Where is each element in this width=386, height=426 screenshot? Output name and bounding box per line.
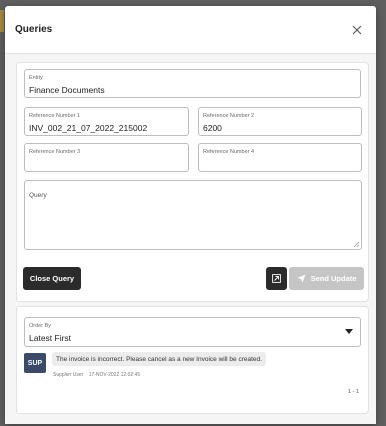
query-textarea[interactable]: Query [24,180,362,250]
query-label: Query [29,192,47,199]
reference-number-2-field[interactable]: Reference Number 2 6200 [198,107,362,136]
message-text: The invoice is incorrect. Please cancel … [52,352,266,366]
reference-number-4-label: Reference Number 4 [203,149,255,155]
message-timestamp: 17-NOV-2022 12:02:45 [88,372,141,378]
reference-number-3-label: Reference Number 3 [29,149,81,155]
reference-number-2-label: Reference Number 2 [203,113,255,119]
chevron-down-icon [345,329,353,334]
order-by-value: Latest First [29,333,72,343]
query-thread-card: Order By Latest First SUP The invoice is… [16,306,369,414]
close-icon [352,25,362,35]
dialog-title: Queries [15,24,53,35]
close-query-button[interactable]: Close Query [23,267,81,290]
query-form-card: Entity Finance Documents Reference Numbe… [16,62,369,302]
pagination-info: 1 - 1 [347,389,359,395]
reference-number-2-value: 6200 [203,123,222,133]
paper-plane-icon [297,274,306,283]
dialog-body: Entity Finance Documents Reference Numbe… [5,54,376,424]
reference-number-4-field[interactable]: Reference Number 4 [198,143,362,172]
message-author: Supplier User [53,372,84,378]
dialog-header: Queries [5,6,376,54]
entity-field[interactable]: Entity Finance Documents [24,69,361,98]
order-by-select[interactable]: Order By Latest First [24,317,361,347]
order-by-label: Order By [29,323,52,329]
queries-dialog: Queries Entity Finance Documents Referen… [5,6,376,424]
external-link-icon [272,274,281,283]
expand-button[interactable] [266,267,287,290]
send-update-label: Send Update [310,274,357,283]
entity-label: Entity [29,75,43,81]
reference-number-1-label: Reference Number 1 [29,113,81,119]
entity-value: Finance Documents [29,85,105,95]
avatar: SUP [24,353,46,373]
reference-number-3-field[interactable]: Reference Number 3 [24,143,189,172]
reference-number-1-field[interactable]: Reference Number 1 INV_002_21_07_2022_21… [24,107,189,136]
resize-grip-icon[interactable] [353,241,359,247]
close-button[interactable] [348,21,366,39]
reference-number-1-value: INV_002_21_07_2022_215002 [29,123,148,133]
background-tab-marker [0,10,4,32]
send-update-button[interactable]: Send Update [289,267,364,290]
message-meta: Supplier User 17-NOV-2022 12:02:45 [53,372,140,378]
